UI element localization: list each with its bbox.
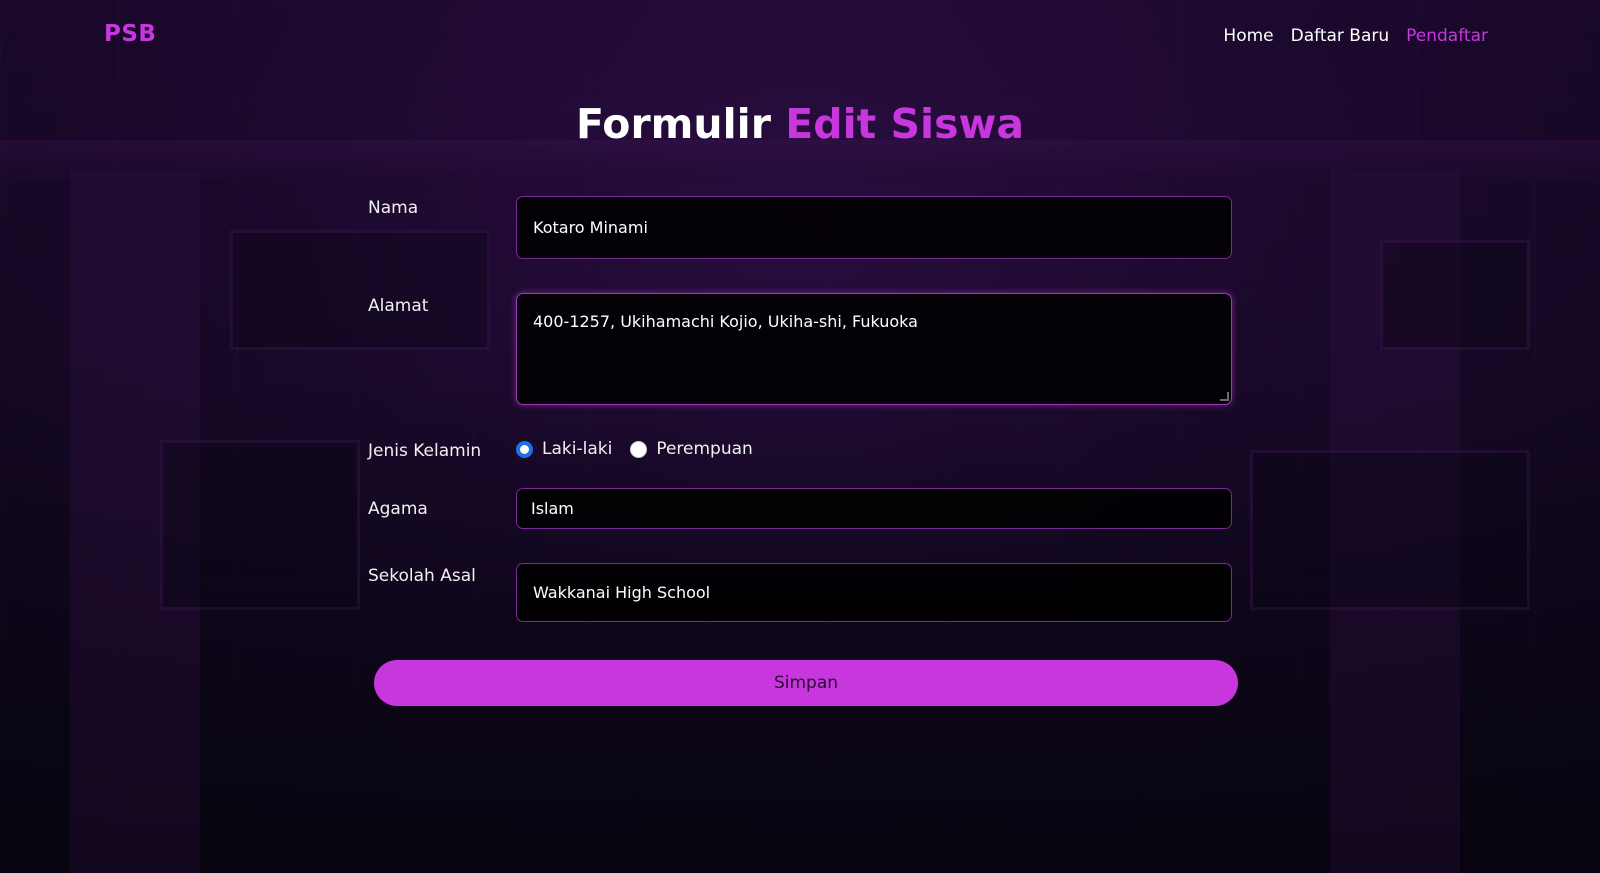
brand-logo[interactable]: PSB: [104, 21, 156, 47]
nav-link-home[interactable]: Home: [1223, 26, 1273, 46]
jenis-kelamin-radio-group: Laki-laki Perempuan: [516, 439, 771, 459]
nav-link-daftar-baru[interactable]: Daftar Baru: [1291, 26, 1390, 46]
navbar: PSB Home Daftar Baru Pendaftar: [0, 0, 1600, 72]
alamat-label: Alamat: [368, 296, 429, 316]
page-title: Formulir Edit Siswa: [0, 100, 1600, 148]
radio-laki-laki-label[interactable]: Laki-laki: [542, 439, 612, 459]
background-window: [1380, 240, 1530, 350]
nav-link-pendaftar[interactable]: Pendaftar: [1406, 26, 1488, 46]
nama-label: Nama: [368, 198, 419, 218]
nama-input[interactable]: [516, 196, 1232, 259]
background-window: [230, 230, 490, 350]
alamat-textarea[interactable]: 400-1257, Ukihamachi Kojio, Ukiha-shi, F…: [516, 293, 1232, 405]
background-window: [160, 440, 360, 610]
jenis-kelamin-label: Jenis Kelamin: [368, 441, 482, 461]
agama-select[interactable]: [516, 488, 1232, 529]
background-window: [1250, 450, 1530, 610]
page-title-prefix: Formulir: [575, 100, 771, 148]
nav-links: Home Daftar Baru Pendaftar: [1223, 26, 1488, 46]
agama-label: Agama: [368, 499, 428, 519]
radio-perempuan[interactable]: [630, 440, 648, 458]
textarea-resize-handle[interactable]: [1220, 392, 1229, 401]
radio-perempuan-label[interactable]: Perempuan: [656, 439, 753, 459]
sekolah-asal-label: Sekolah Asal: [368, 566, 476, 586]
sekolah-asal-input[interactable]: [516, 563, 1232, 622]
radio-laki-laki[interactable]: [516, 440, 533, 458]
save-button[interactable]: Simpan: [374, 660, 1238, 706]
page-title-accent: Edit Siswa: [785, 100, 1025, 148]
